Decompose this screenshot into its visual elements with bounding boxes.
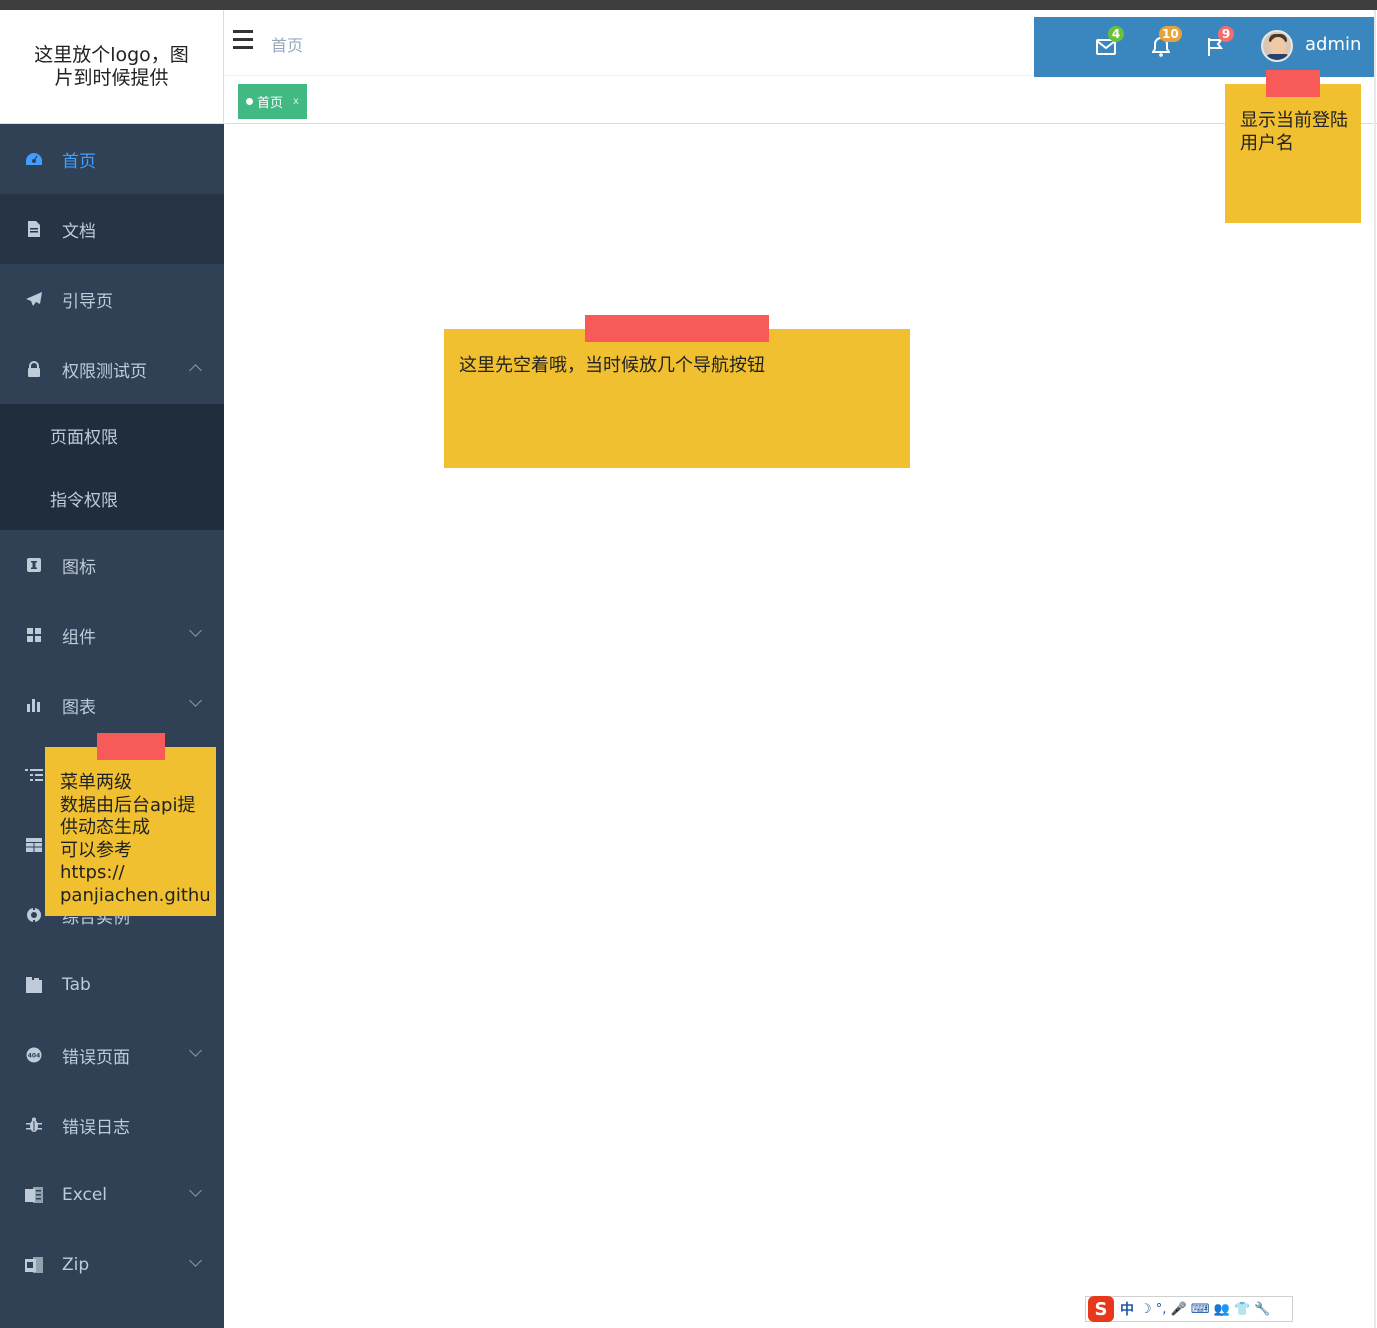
chevron-down-icon xyxy=(189,1184,202,1197)
sidebar-item-zip[interactable]: Zip xyxy=(0,1230,224,1300)
sidebar-subitem-label: 页面权限 xyxy=(50,428,118,448)
icon-icon xyxy=(24,555,44,575)
note-text: 这里先空着哦，当时候放几个导航按钮 xyxy=(459,355,765,376)
paper-plane-icon xyxy=(24,289,44,309)
dashboard-icon xyxy=(24,149,44,169)
sidebar-item-error-log[interactable]: 错误日志 xyxy=(0,1090,224,1160)
mail-badge: 4 xyxy=(1108,26,1124,42)
ime-tools[interactable]: ☽ °, 🎤 ⌨ 👥 👕 🔧 xyxy=(1140,1302,1271,1317)
sidebar-item-label: 引导页 xyxy=(62,291,113,312)
sidebar-item-label: 文档 xyxy=(62,221,96,242)
note-text: 显示当前登陆用户名 xyxy=(1240,110,1348,154)
notification-button[interactable]: 10 xyxy=(1149,26,1182,57)
sidebar-subitem-directive-permission[interactable]: 指令权限 xyxy=(0,467,224,530)
logo-placeholder: 这里放个logo，图片到时候提供 xyxy=(0,10,224,124)
bug-icon xyxy=(24,1115,44,1135)
window-top-strip xyxy=(0,0,1377,10)
sidebar-item-label: 首页 xyxy=(62,151,96,172)
sidebar-item-label: Zip xyxy=(62,1255,90,1275)
sidebar-item-label: 错误日志 xyxy=(62,1117,130,1138)
note-tape xyxy=(97,733,165,760)
close-icon[interactable]: x xyxy=(293,96,299,107)
example-icon xyxy=(24,905,44,925)
tab-icon xyxy=(24,975,44,995)
svg-text:404: 404 xyxy=(28,1053,41,1060)
table-icon xyxy=(24,835,44,855)
note-menu-info: 菜单两级 数据由后台api提 供动态生成 可以参考 https:// panji… xyxy=(45,747,216,916)
chevron-up-icon xyxy=(189,364,202,377)
sidebar-item-error-pages[interactable]: 404 错误页面 xyxy=(0,1020,224,1090)
zip-icon xyxy=(24,1255,44,1275)
sidebar-item-charts[interactable]: 图表 xyxy=(0,670,224,740)
sidebar-item-label: 错误页面 xyxy=(62,1047,130,1068)
sidebar-item-label: 组件 xyxy=(62,627,96,648)
sidebar-subitem-label: 指令权限 xyxy=(50,491,118,511)
sidebar-item-guide[interactable]: 引导页 xyxy=(0,264,224,334)
note-line: 菜单两级 xyxy=(60,772,132,793)
notification-badge: 10 xyxy=(1159,26,1182,42)
lock-icon xyxy=(24,359,44,379)
note-line: 可以参考 xyxy=(60,839,132,861)
flag-button[interactable]: 9 xyxy=(1204,26,1234,57)
note-tape xyxy=(1266,70,1320,97)
component-icon xyxy=(24,625,44,645)
mail-button[interactable]: 4 xyxy=(1094,26,1124,57)
hamburger-icon[interactable] xyxy=(233,30,253,52)
404-icon: 404 xyxy=(24,1045,44,1065)
excel-icon xyxy=(24,1185,44,1205)
navbar: 首页 4 10 9 admin xyxy=(225,10,1377,77)
sidebar-item-permission[interactable]: 权限测试页 xyxy=(0,334,224,404)
chevron-down-icon xyxy=(189,694,202,707)
sidebar-item-excel[interactable]: Excel xyxy=(0,1160,224,1230)
document-icon xyxy=(24,219,44,239)
sogou-logo-icon: S xyxy=(1088,1296,1114,1322)
tag-label: 首页 xyxy=(257,96,284,111)
tree-icon xyxy=(24,765,44,785)
note-line: 供动态生成 xyxy=(60,817,150,838)
tag-home[interactable]: 首页 x xyxy=(238,84,307,119)
ime-toolbar[interactable]: S 中 ☽ °, 🎤 ⌨ 👥 👕 🔧 xyxy=(1085,1296,1293,1322)
note-line: 数据由后台api提 xyxy=(60,794,196,816)
sidebar-item-label: Excel xyxy=(62,1185,108,1205)
sidebar: 首页 文档 引导页 权限测试页 页面权限 指令权限 图标 组件 图表 综合实例 … xyxy=(0,124,224,1328)
note-tape xyxy=(585,315,769,342)
flag-badge: 9 xyxy=(1218,26,1234,42)
sidebar-item-label: 图表 xyxy=(62,697,96,718)
note-line: panjiachen.githu xyxy=(60,884,211,906)
breadcrumb-item: 首页 xyxy=(271,36,304,55)
note-nav-placeholder: 这里先空着哦，当时候放几个导航按钮 xyxy=(444,329,910,468)
chevron-down-icon xyxy=(189,1254,202,1267)
chevron-down-icon xyxy=(189,624,202,637)
sidebar-item-documentation[interactable]: 文档 xyxy=(0,194,224,264)
sidebar-item-home[interactable]: 首页 xyxy=(0,124,224,194)
note-username: 显示当前登陆用户名 xyxy=(1225,84,1361,223)
sidebar-item-label: 图标 xyxy=(62,557,96,578)
chart-icon xyxy=(24,695,44,715)
user-toolbar: 4 10 9 admin xyxy=(1034,17,1374,77)
tags-view: 首页 x xyxy=(225,77,1377,124)
active-dot-icon xyxy=(246,98,253,105)
chevron-down-icon xyxy=(189,1044,202,1057)
note-line: https:// xyxy=(60,862,125,883)
sidebar-item-tab[interactable]: Tab xyxy=(0,950,224,1020)
ime-mode[interactable]: 中 xyxy=(1120,1299,1134,1319)
permission-submenu: 页面权限 指令权限 xyxy=(0,404,224,530)
avatar[interactable] xyxy=(1261,30,1293,62)
breadcrumb: 首页 xyxy=(271,32,303,56)
username[interactable]: admin xyxy=(1305,34,1361,55)
sidebar-subitem-page-permission[interactable]: 页面权限 xyxy=(0,404,224,467)
sidebar-item-icons[interactable]: 图标 xyxy=(0,530,224,600)
sidebar-item-components[interactable]: 组件 xyxy=(0,600,224,670)
sidebar-item-label: 权限测试页 xyxy=(62,361,147,382)
page-border xyxy=(1374,10,1376,1328)
logo-text: 这里放个logo，图片到时候提供 xyxy=(34,43,189,89)
sidebar-item-label: Tab xyxy=(62,975,91,995)
